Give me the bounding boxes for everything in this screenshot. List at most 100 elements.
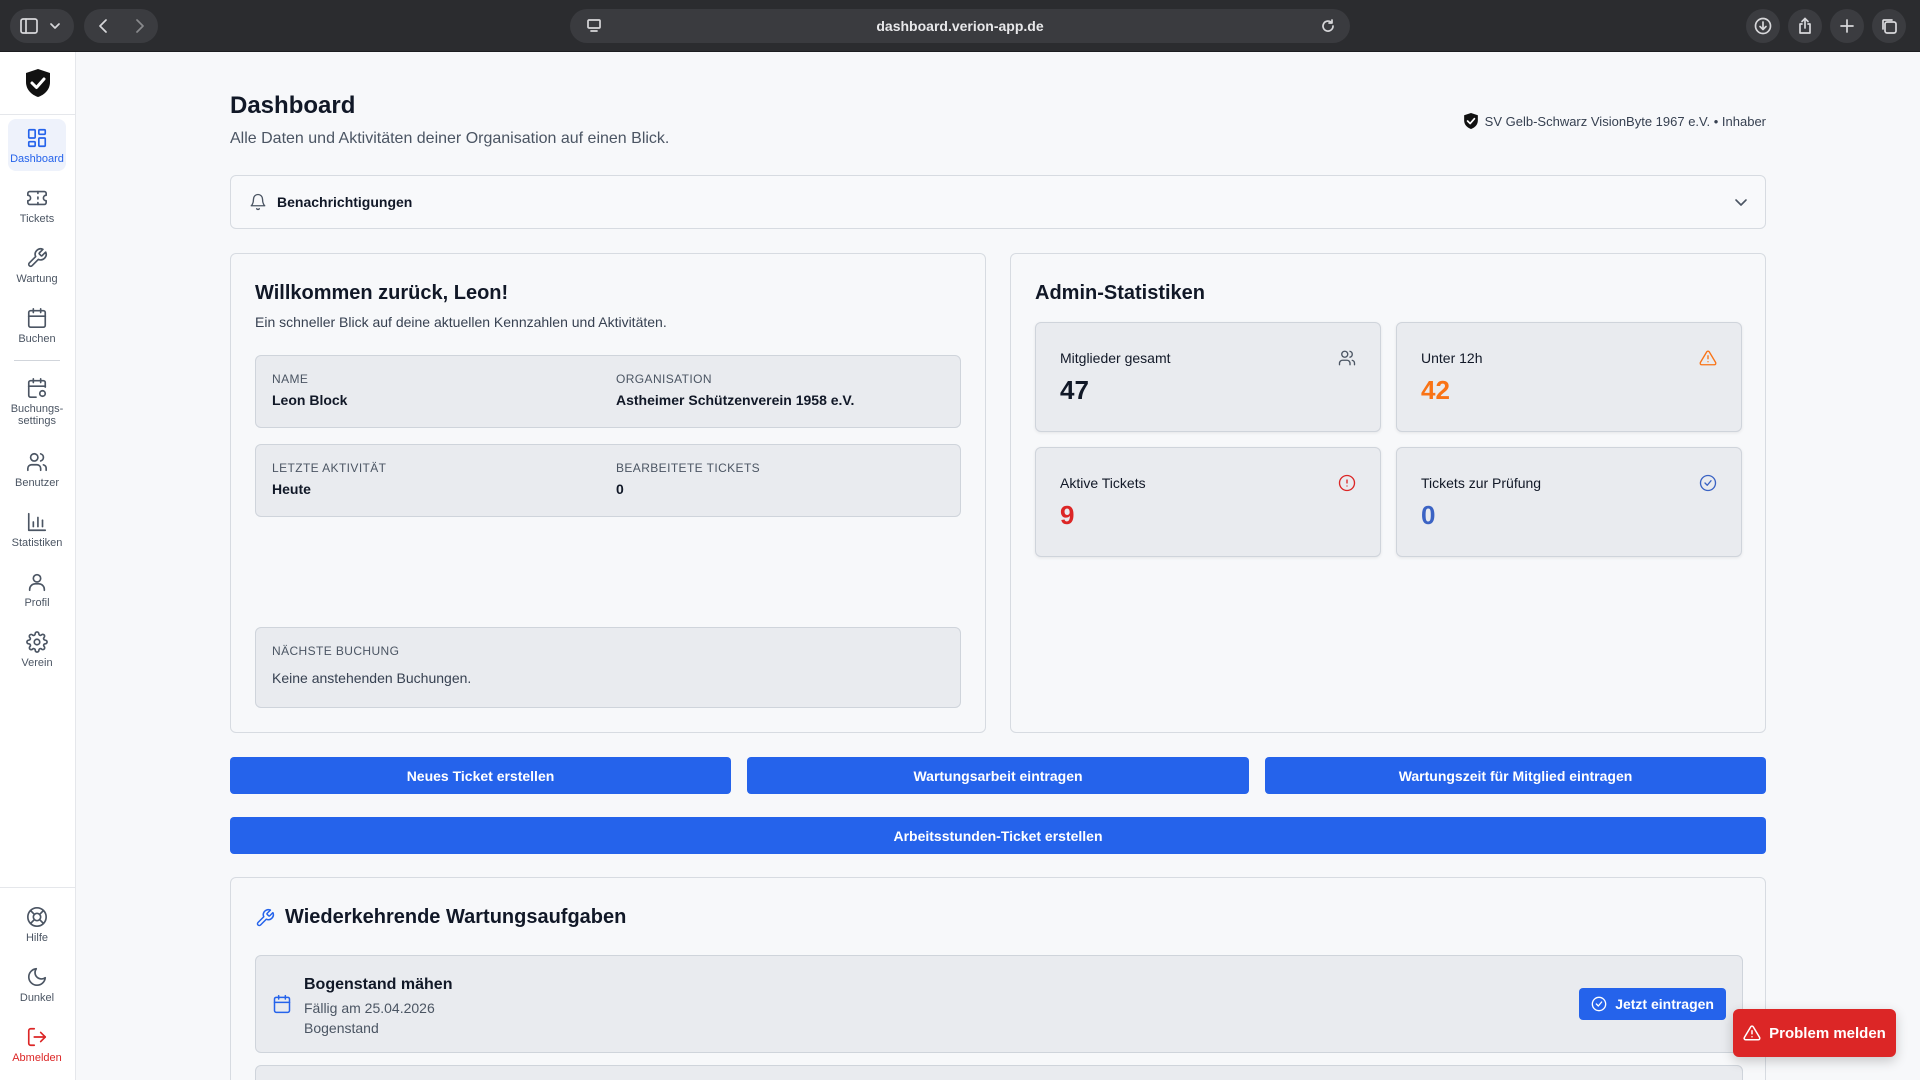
info-box-next-booking: NÄCHSTE BUCHUNG Keine anstehenden Buchun… [255,627,961,708]
share-icon [1799,17,1811,34]
sidebar-item-label: Dashboard [10,153,64,165]
warning-icon [1743,1025,1761,1041]
sidebar-item-dashboard[interactable]: Dashboard [8,119,66,171]
new-ticket-button[interactable]: Neues Ticket erstellen [230,757,731,794]
edited-tickets-value: 0 [616,481,624,497]
divider [14,360,60,361]
sidebar-item-buchungs-settings[interactable]: Buchungs- settings [8,369,66,433]
chevron-down-icon[interactable] [1733,194,1749,210]
list-item: Bogenstand mähen Fällig am 25.04.2026 Bo… [255,955,1743,1053]
hours-ticket-button[interactable]: Arbeitsstunden-Ticket erstellen [230,817,1766,854]
gear-icon [26,631,48,653]
site-settings-icon[interactable] [586,18,602,34]
sidebar-item-label: Benutzer [14,477,60,489]
sidebar-item-buchen[interactable]: Buchen [8,299,66,351]
sidebar-item-label: Verein [21,657,53,669]
bell-icon [250,193,266,211]
wrench-icon [256,908,275,926]
sidebar-item-label: Statistiken [11,537,63,549]
tab-overview-button[interactable] [1872,9,1906,43]
share-button[interactable] [1788,9,1822,43]
logout-icon [27,1027,47,1047]
stat-value: 9 [1060,500,1075,530]
next-booking-label: NÄCHSTE BUCHUNG [272,644,400,658]
last-activity-label: LETZTE AKTIVITÄT [272,461,387,475]
stat-value: 42 [1421,375,1450,405]
shield-logo-icon[interactable] [24,68,52,98]
bar-chart-icon [27,512,47,532]
admin-stats-card: Admin-Statistiken Mitglieder gesamt 47 U… [1010,253,1766,733]
task-name: Bogenstand mähen [304,976,453,993]
stat-under-12h[interactable]: Unter 12h 42 [1396,322,1742,432]
lifebuoy-icon [27,907,47,927]
history-nav [84,9,158,43]
new-tab-button[interactable] [1830,9,1864,43]
sidebar: Dashboard Tickets Wartung Buchen Buchung… [0,52,76,1080]
forward-icon[interactable] [134,19,146,33]
task-due-date: Fällig am 25.04.2026 [304,1000,435,1016]
organization-label: SV Gelb-Schwarz VisionByte 1967 e.V. • I… [1484,113,1766,129]
maintenance-member-button[interactable]: Wartungszeit für Mitglied eintragen [1265,757,1766,794]
report-problem-button[interactable]: Problem melden [1733,1009,1896,1057]
calendar-icon [273,994,291,1014]
organization-value: Astheimer Schützenverein 1958 e.V. [616,392,855,408]
calendar-icon [27,308,47,328]
user-icon [28,573,46,592]
name-label: NAME [272,372,309,386]
sidebar-item-abmelden[interactable]: Abmelden [8,1018,66,1070]
page-title: Dashboard [230,92,356,119]
sidebar-item-label: Dunkel [19,992,55,1004]
sidebar-item-tickets[interactable]: Tickets [8,179,66,231]
check-circle-icon [1699,474,1717,492]
browser-toolbar: dashboard.verion-app.de [0,0,1920,52]
stat-label: Tickets zur Prüfung [1421,475,1542,491]
last-activity-value: Heute [272,481,311,497]
organization-tag: SV Gelb-Schwarz VisionByte 1967 e.V. • I… [1463,112,1766,130]
divider [0,887,76,888]
shield-icon [1463,113,1478,129]
recurring-tasks-card: Wiederkehrende Wartungsaufgaben Bogensta… [230,877,1766,1080]
maintenance-work-button[interactable]: Wartungsarbeit eintragen [747,757,1249,794]
name-value: Leon Block [272,392,348,408]
enter-now-label: Jetzt eintragen [1615,996,1714,1012]
sidebar-toggle-button[interactable] [10,9,74,43]
organization-label: ORGANISATION [616,372,712,386]
sidebar-item-label: Tickets [19,213,55,225]
ticket-icon [27,190,47,206]
stat-active-tickets[interactable]: Aktive Tickets 9 [1035,447,1381,557]
url-text: dashboard.verion-app.de [876,18,1044,34]
sidebar-item-benutzer[interactable]: Benutzer [8,443,66,495]
users-icon [27,452,47,472]
back-icon[interactable] [97,19,109,33]
enter-now-button[interactable]: Jetzt eintragen [1579,988,1726,1020]
alert-circle-icon [1338,474,1356,492]
tabs-icon [1882,19,1897,34]
grid-icon [27,128,47,148]
sidebar-item-profil[interactable]: Profil [8,563,66,615]
sidebar-item-statistiken[interactable]: Statistiken [8,503,66,555]
sidebar-item-hilfe[interactable]: Hilfe [8,898,66,950]
address-bar[interactable]: dashboard.verion-app.de [570,9,1350,43]
sidebar-item-label: Profil [24,597,50,609]
welcome-card: Willkommen zurück, Leon! Ein schneller B… [230,253,986,733]
page-subtitle: Alle Daten und Aktivitäten deiner Organi… [230,130,670,147]
recurring-tasks-header: Wiederkehrende Wartungsaufgaben [255,906,626,929]
sidebar-item-dunkel[interactable]: Dunkel [8,958,66,1010]
reload-icon[interactable] [1320,18,1336,34]
notifications-panel[interactable]: Benachrichtigungen [230,175,1766,229]
wrench-icon [27,248,47,268]
recurring-tasks-title: Wiederkehrende Wartungsaufgaben [285,906,627,928]
sidebar-item-verein[interactable]: Verein [8,623,66,675]
plus-icon [1840,19,1854,33]
stat-tickets-review[interactable]: Tickets zur Prüfung 0 [1396,447,1742,557]
sidebar-item-label: Wartung [16,273,58,285]
stat-members-total[interactable]: Mitglieder gesamt 47 [1035,322,1381,432]
calendar-settings-icon [27,378,47,398]
sidebar-item-wartung[interactable]: Wartung [8,239,66,291]
welcome-title: Willkommen zurück, Leon! [255,282,509,304]
edited-tickets-label: BEARBEITETE TICKETS [616,461,761,475]
sidebar-item-label: Buchungs- settings [10,403,64,427]
chevron-down-icon [50,23,60,29]
download-button[interactable] [1746,9,1780,43]
stats-title: Admin-Statistiken [1035,282,1206,304]
